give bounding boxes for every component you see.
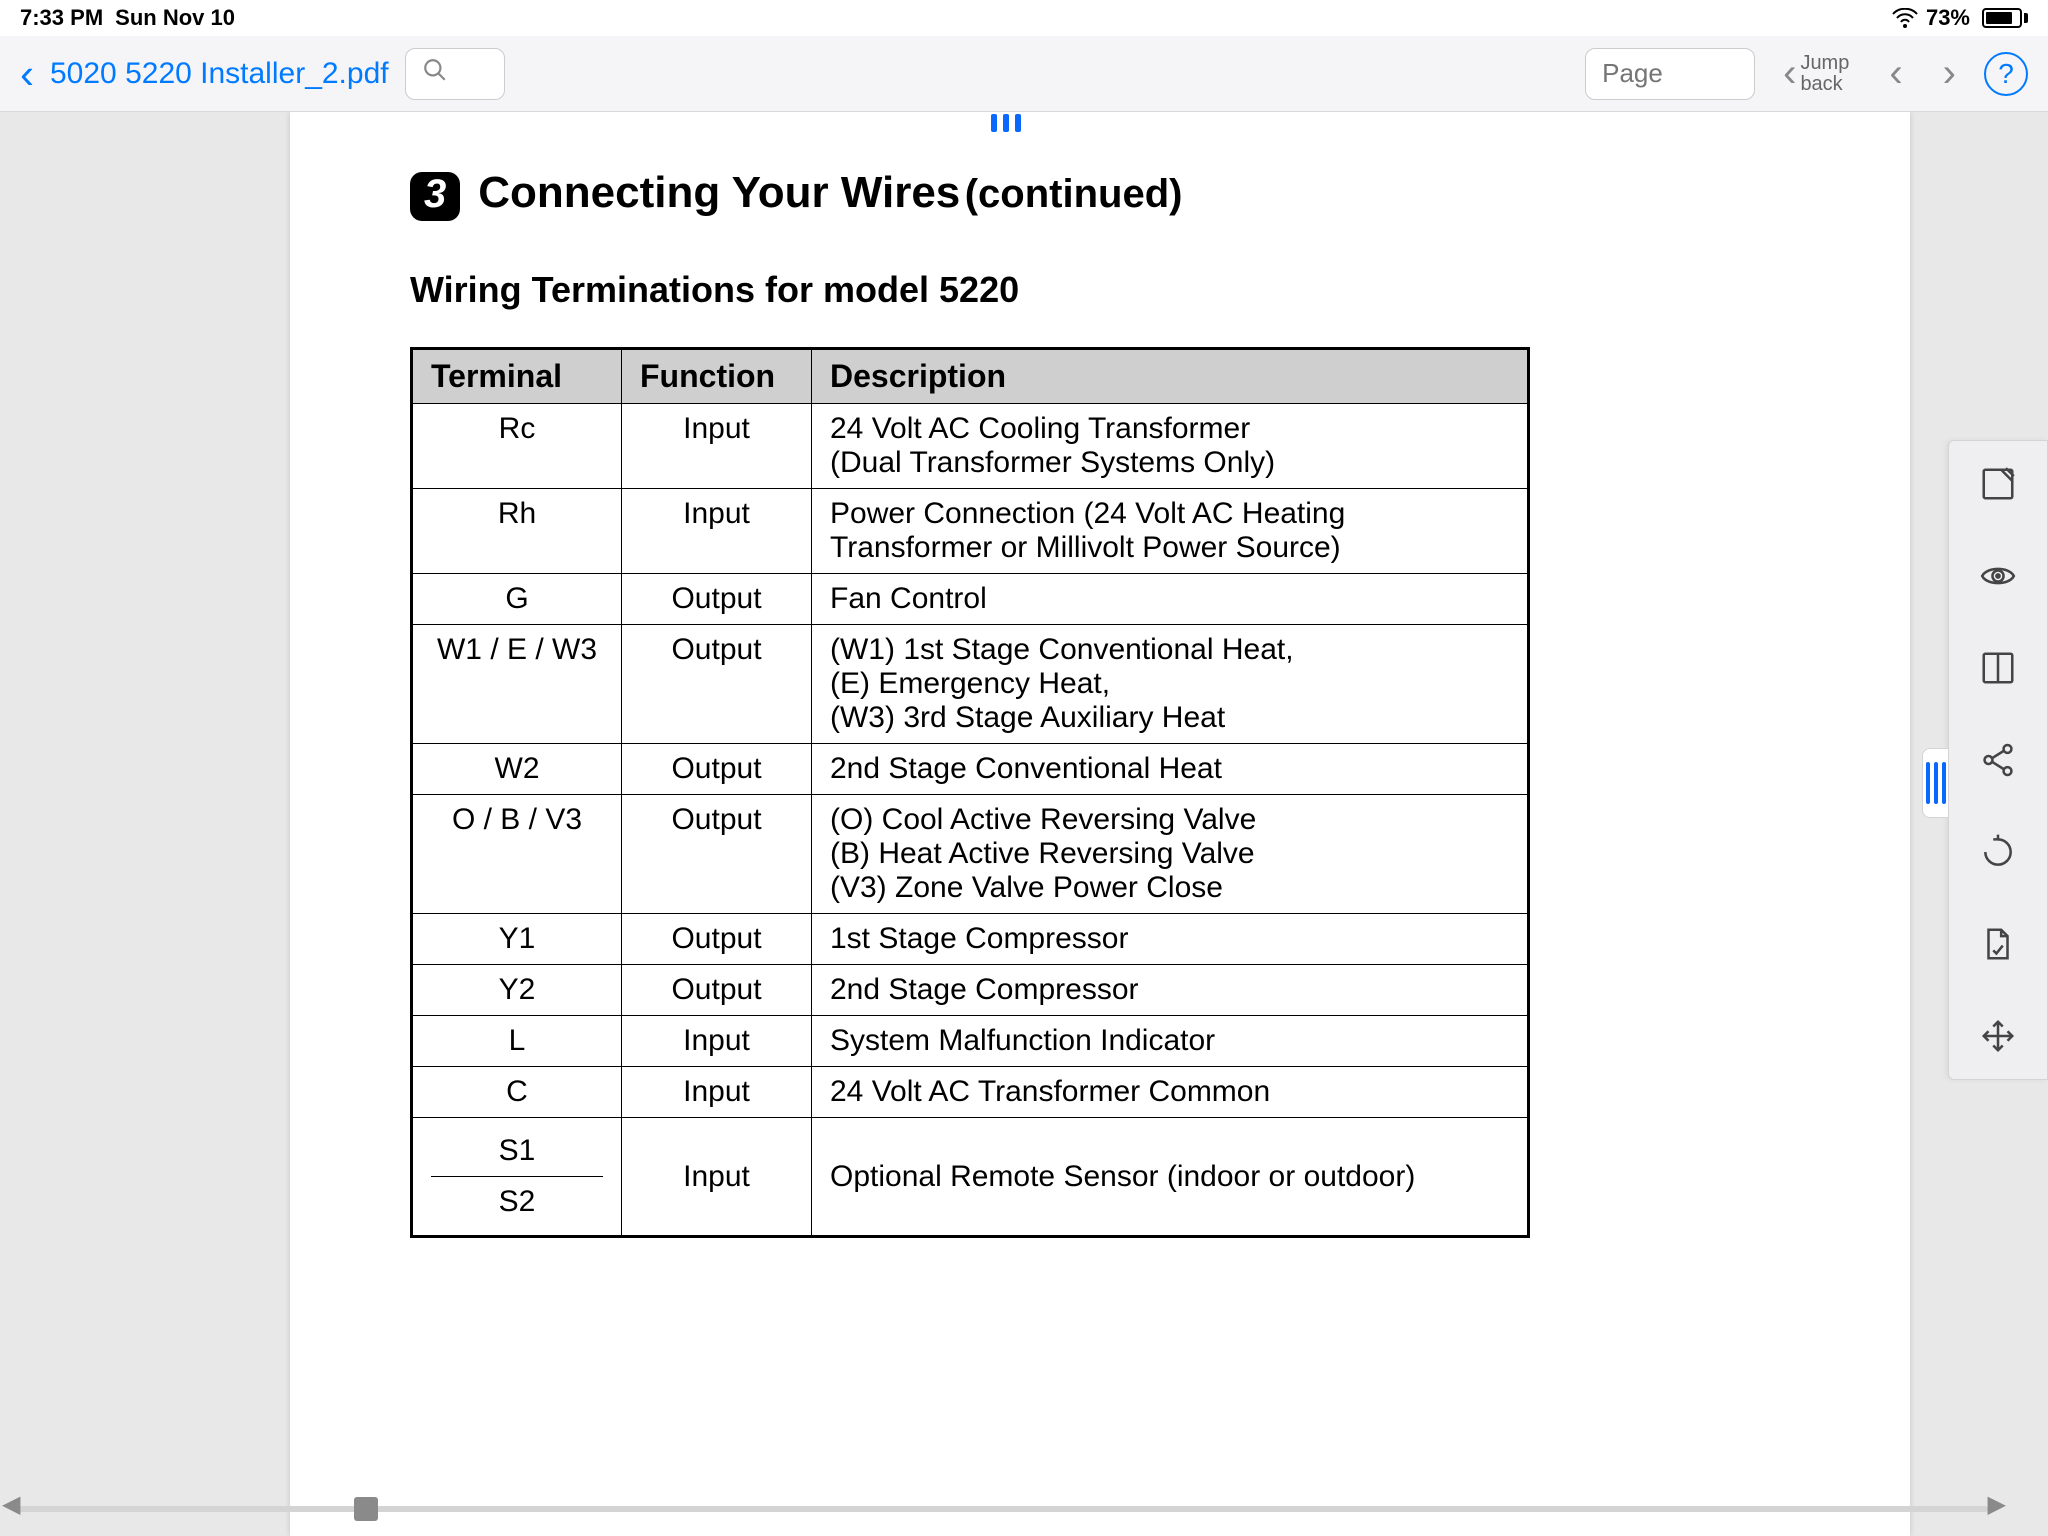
col-function: Function	[622, 349, 812, 404]
reading-mode-button[interactable]	[1977, 647, 2019, 689]
table-row: RcInput24 Volt AC Cooling Transformer (D…	[412, 404, 1529, 489]
chevron-left-icon: ‹	[1783, 51, 1796, 96]
status-time: 7:33 PM	[20, 5, 103, 31]
app-toolbar: ‹ 5020 5220 Installer_2.pdf ‹ Jump back …	[0, 36, 2048, 112]
scroll-left-arrow[interactable]: ◀	[2, 1490, 20, 1519]
help-button[interactable]: ?	[1984, 52, 2028, 96]
annotate-button[interactable]	[1977, 463, 2019, 505]
chevron-left-icon: ‹	[1889, 51, 1902, 96]
section-continued: (continued)	[965, 172, 1183, 216]
document-title[interactable]: 5020 5220 Installer_2.pdf	[50, 57, 389, 91]
share-button[interactable]	[1977, 739, 2019, 781]
wiring-table: Terminal Function Description RcInput24 …	[410, 347, 1530, 1238]
view-settings-button[interactable]	[1977, 555, 2019, 597]
jump-back-button[interactable]: ‹ Jump back	[1771, 48, 1861, 100]
col-terminal: Terminal	[412, 349, 622, 404]
help-icon: ?	[1998, 58, 2014, 90]
table-row: O / B / V3Output(O) Cool Active Reversin…	[412, 795, 1529, 914]
section-subheading: Wiring Terminations for model 5220	[410, 269, 1790, 311]
device-status-bar: 7:33 PM Sun Nov 10 73%	[0, 0, 2048, 36]
battery-percentage: 73%	[1926, 5, 1970, 31]
jump-back-label: Jump back	[1800, 53, 1849, 95]
scrollbar-thumb[interactable]	[354, 1497, 378, 1521]
tools-side-panel	[1948, 440, 2048, 1080]
section-title: Connecting Your Wires	[478, 168, 960, 217]
table-row: LInputSystem Malfunction Indicator	[412, 1016, 1529, 1067]
table-row: GOutputFan Control	[412, 574, 1529, 625]
table-row: RhInputPower Connection (24 Volt AC Heat…	[412, 489, 1529, 574]
table-row: Y2Output2nd Stage Compressor	[412, 965, 1529, 1016]
table-row: Y1Output1st Stage Compressor	[412, 914, 1529, 965]
side-panel-toggle[interactable]	[1922, 748, 1948, 818]
back-button[interactable]: ‹	[20, 53, 34, 95]
rotate-button[interactable]	[1977, 831, 2019, 873]
scroll-right-arrow[interactable]: ▶	[1988, 1490, 2006, 1519]
search-input[interactable]	[405, 48, 505, 100]
horizontal-scrollbar[interactable]	[18, 1506, 1988, 1512]
next-page-button[interactable]: ›	[1931, 48, 1968, 100]
col-description: Description	[812, 349, 1529, 404]
table-row: W2Output2nd Stage Conventional Heat	[412, 744, 1529, 795]
move-button[interactable]	[1977, 1015, 2019, 1057]
chevron-right-icon: ›	[1943, 51, 1956, 96]
page-number-input[interactable]	[1585, 48, 1755, 100]
save-button[interactable]	[1977, 923, 2019, 965]
status-date: Sun Nov 10	[115, 5, 235, 31]
document-viewport[interactable]: 3 Connecting Your Wires (continued) Wiri…	[0, 112, 2048, 1536]
table-row: CInput24 Volt AC Transformer Common	[412, 1067, 1529, 1118]
terminal-split-cell: S1 S2	[412, 1118, 622, 1237]
wifi-icon	[1892, 8, 1918, 28]
prev-page-button[interactable]: ‹	[1877, 48, 1914, 100]
section-number-badge: 3	[410, 172, 460, 221]
pdf-page: 3 Connecting Your Wires (continued) Wiri…	[290, 112, 1910, 1536]
battery-icon	[1978, 8, 2028, 28]
drag-handle[interactable]	[974, 112, 1038, 134]
search-icon	[422, 57, 448, 90]
table-row: S1 S2 Input Optional Remote Sensor (indo…	[412, 1118, 1529, 1237]
table-row: W1 / E / W3Output(W1) 1st Stage Conventi…	[412, 625, 1529, 744]
